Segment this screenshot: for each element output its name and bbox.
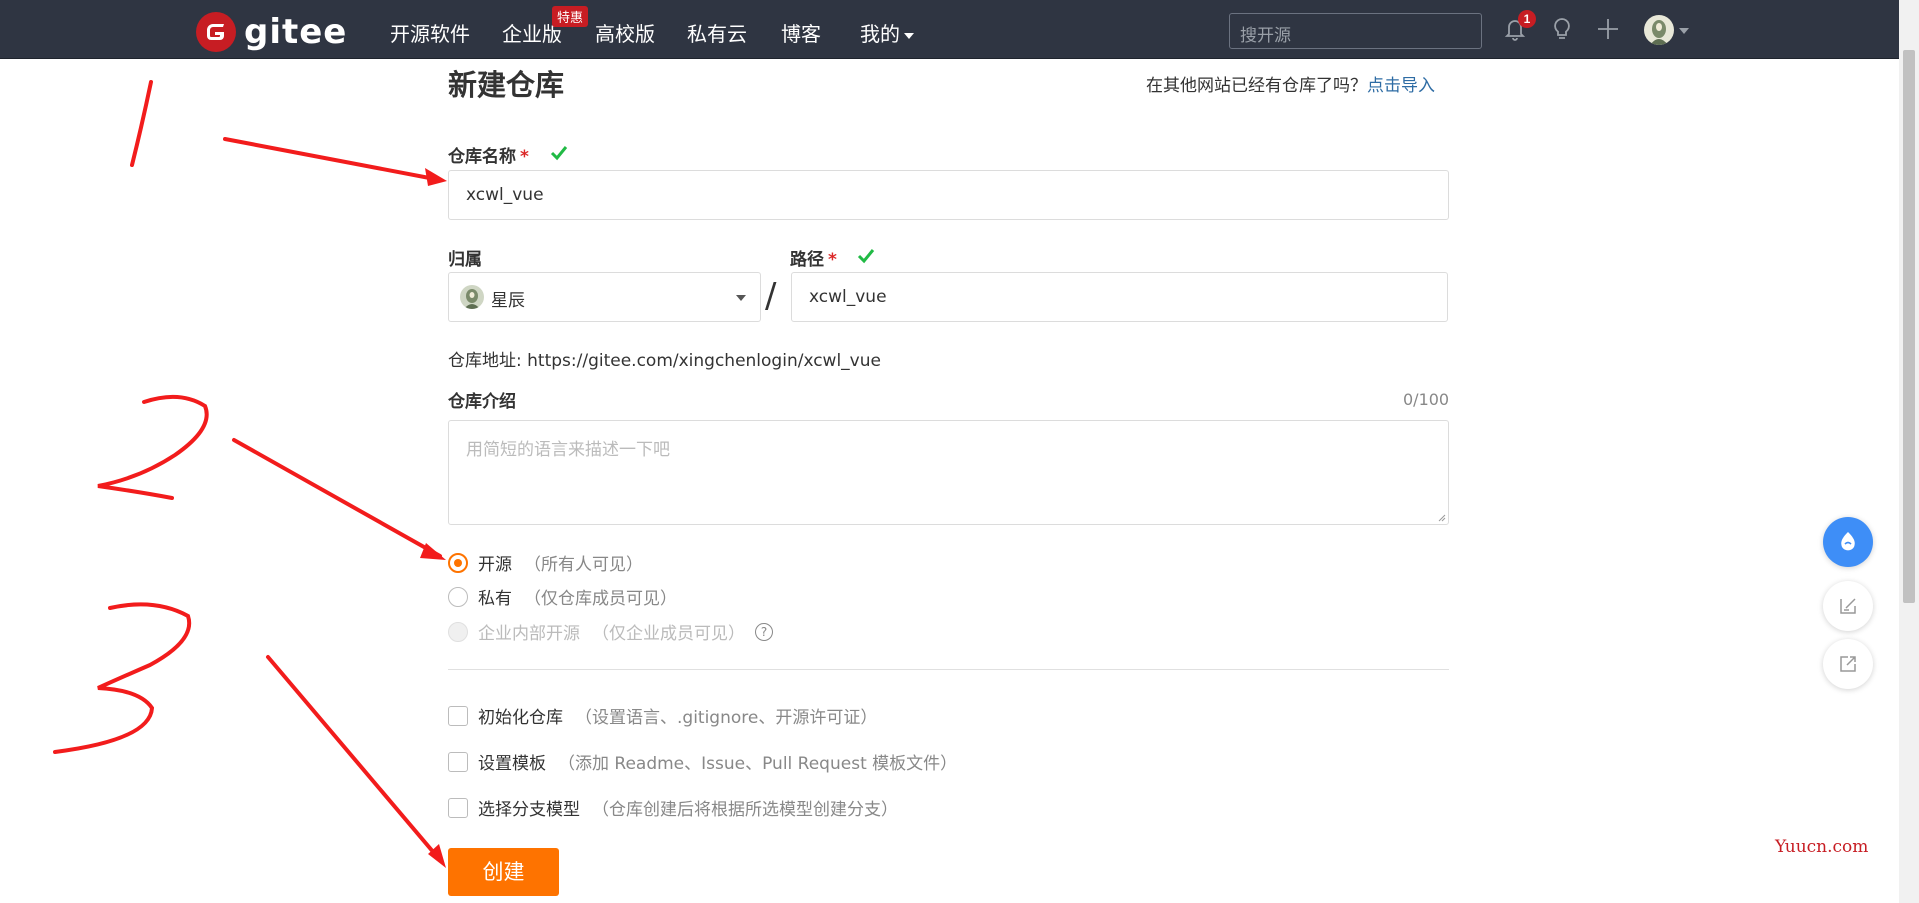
repo-name-input[interactable]: xcwl_vue (448, 170, 1449, 220)
owner-label: 归属 (448, 250, 482, 270)
assistant-button[interactable] (1823, 517, 1873, 567)
visibility-enterprise-label: 企业内部开源 (478, 624, 580, 644)
description-textarea[interactable]: 用简短的语言来描述一下吧 (448, 420, 1449, 525)
option-init-repo-hint: （设置语言、.gitignore、开源许可证） (575, 708, 878, 728)
enterprise-promo-badge: 特惠 (552, 6, 589, 27)
annotation-arrow-3 (266, 655, 442, 862)
nav-mine-label: 我的 (860, 22, 900, 46)
nav-mine[interactable]: 我的 (860, 18, 914, 47)
annotation-arrowhead-1 (425, 168, 447, 186)
description-label: 仓库介绍 (448, 392, 516, 412)
gitee-logo[interactable]: gitee (196, 12, 347, 52)
create-button[interactable]: 创建 (448, 848, 559, 896)
share-button[interactable] (1823, 639, 1873, 689)
search-input[interactable]: 搜开源 (1229, 13, 1482, 49)
page-scrollbar[interactable] (1899, 0, 1919, 903)
option-template[interactable]: 设置模板 （添加 Readme、Issue、Pull Request 模板文件） (448, 749, 957, 774)
feedback-button[interactable] (1823, 581, 1873, 631)
nav-blog[interactable]: 博客 (781, 18, 821, 47)
annotation-number-2 (97, 394, 209, 500)
description-placeholder: 用简短的语言来描述一下吧 (466, 440, 670, 460)
top-nav: gitee 开源软件 企业版 特惠 高校版 私有云 博客 我的 搜开源 1 (0, 0, 1899, 59)
checkmark-icon (857, 249, 875, 264)
dropdown-caret-icon (736, 295, 746, 301)
nav-open-source[interactable]: 开源软件 (390, 18, 470, 47)
repo-address: 仓库地址: https://gitee.com/xingchenlogin/xc… (448, 351, 881, 371)
visibility-private-label: 私有 (478, 589, 512, 609)
radio-private[interactable] (448, 586, 468, 607)
visibility-private[interactable]: 私有 （仅仓库成员可见） (448, 584, 677, 609)
owner-name: 星辰 (491, 291, 525, 311)
radio-enterprise (448, 621, 468, 642)
repo-name-label-text: 仓库名称 (448, 147, 516, 167)
chevron-down-icon (904, 32, 914, 39)
visibility-open-source[interactable]: 开源 （所有人可见） (448, 550, 643, 575)
nav-private-cloud[interactable]: 私有云 (687, 18, 747, 47)
owner-avatar (460, 285, 484, 309)
assistant-icon (1841, 532, 1855, 551)
section-divider (448, 669, 1449, 670)
avatar-chevron-icon[interactable] (1679, 28, 1689, 34)
annotation-number-1 (130, 80, 153, 167)
option-template-hint: （添加 Readme、Issue、Pull Request 模板文件） (558, 754, 958, 774)
path-input[interactable]: xcwl_vue (791, 272, 1448, 322)
visibility-enterprise-hint: （仅企业成员可见） (592, 624, 745, 644)
description-counter: 0/100 (1403, 390, 1450, 409)
feedback-icon (1840, 598, 1856, 614)
option-template-label: 设置模板 (478, 754, 546, 774)
path-label-text: 路径 (790, 250, 824, 270)
annotation-arrow-1 (223, 137, 442, 182)
option-init-repo[interactable]: 初始化仓库 （设置语言、.gitignore、开源许可证） (448, 703, 877, 728)
option-branch-model[interactable]: 选择分支模型 （仓库创建后将根据所选模型创建分支） (448, 795, 898, 820)
visibility-enterprise: 企业内部开源 （仅企业成员可见） ? (448, 619, 773, 644)
checkbox-init-repo[interactable] (448, 705, 468, 726)
path-separator: / (765, 276, 777, 316)
notification-badge: 1 (1518, 10, 1536, 28)
checkbox-template[interactable] (448, 751, 468, 772)
visibility-private-hint: （仅仓库成员可见） (524, 589, 677, 609)
visibility-open-source-hint: （所有人可见） (524, 555, 643, 575)
required-mark: * (828, 250, 837, 270)
path-label: 路径 * (790, 245, 837, 270)
checkmark-icon (550, 146, 568, 161)
repo-name-label: 仓库名称 * (448, 142, 529, 167)
annotation-arrowhead-3 (428, 844, 446, 868)
nav-university[interactable]: 高校版 (595, 18, 655, 47)
watermark: Yuucn.com (1775, 837, 1869, 857)
option-branch-model-label: 选择分支模型 (478, 800, 580, 820)
share-icon (1840, 656, 1856, 672)
visibility-open-source-label: 开源 (478, 555, 512, 575)
scrollbar-thumb[interactable] (1903, 50, 1915, 603)
user-avatar[interactable] (1644, 15, 1674, 45)
option-branch-model-hint: （仓库创建后将根据所选模型创建分支） (592, 800, 898, 820)
gitee-logo-icon (196, 12, 236, 52)
option-init-repo-label: 初始化仓库 (478, 708, 563, 728)
checkbox-branch-model[interactable] (448, 797, 468, 818)
owner-select[interactable]: 星辰 (448, 272, 761, 322)
import-hint-text: 在其他网站已经有仓库了吗？ (1146, 76, 1367, 96)
radio-open-source[interactable] (448, 552, 468, 573)
plus-icon[interactable] (1593, 14, 1623, 44)
import-hint: 在其他网站已经有仓库了吗？点击导入 (1146, 71, 1435, 96)
page-title: 新建仓库 (448, 68, 565, 102)
import-link[interactable]: 点击导入 (1367, 76, 1435, 96)
resize-handle-icon[interactable] (1436, 512, 1446, 522)
logo-text: gitee (244, 12, 348, 52)
annotation-number-3 (53, 602, 192, 754)
help-icon[interactable]: ? (755, 622, 773, 641)
annotation-arrowhead-2 (420, 543, 446, 560)
lightbulb-icon[interactable] (1547, 14, 1577, 44)
annotation-arrow-2 (232, 438, 442, 558)
required-mark: * (520, 147, 529, 167)
